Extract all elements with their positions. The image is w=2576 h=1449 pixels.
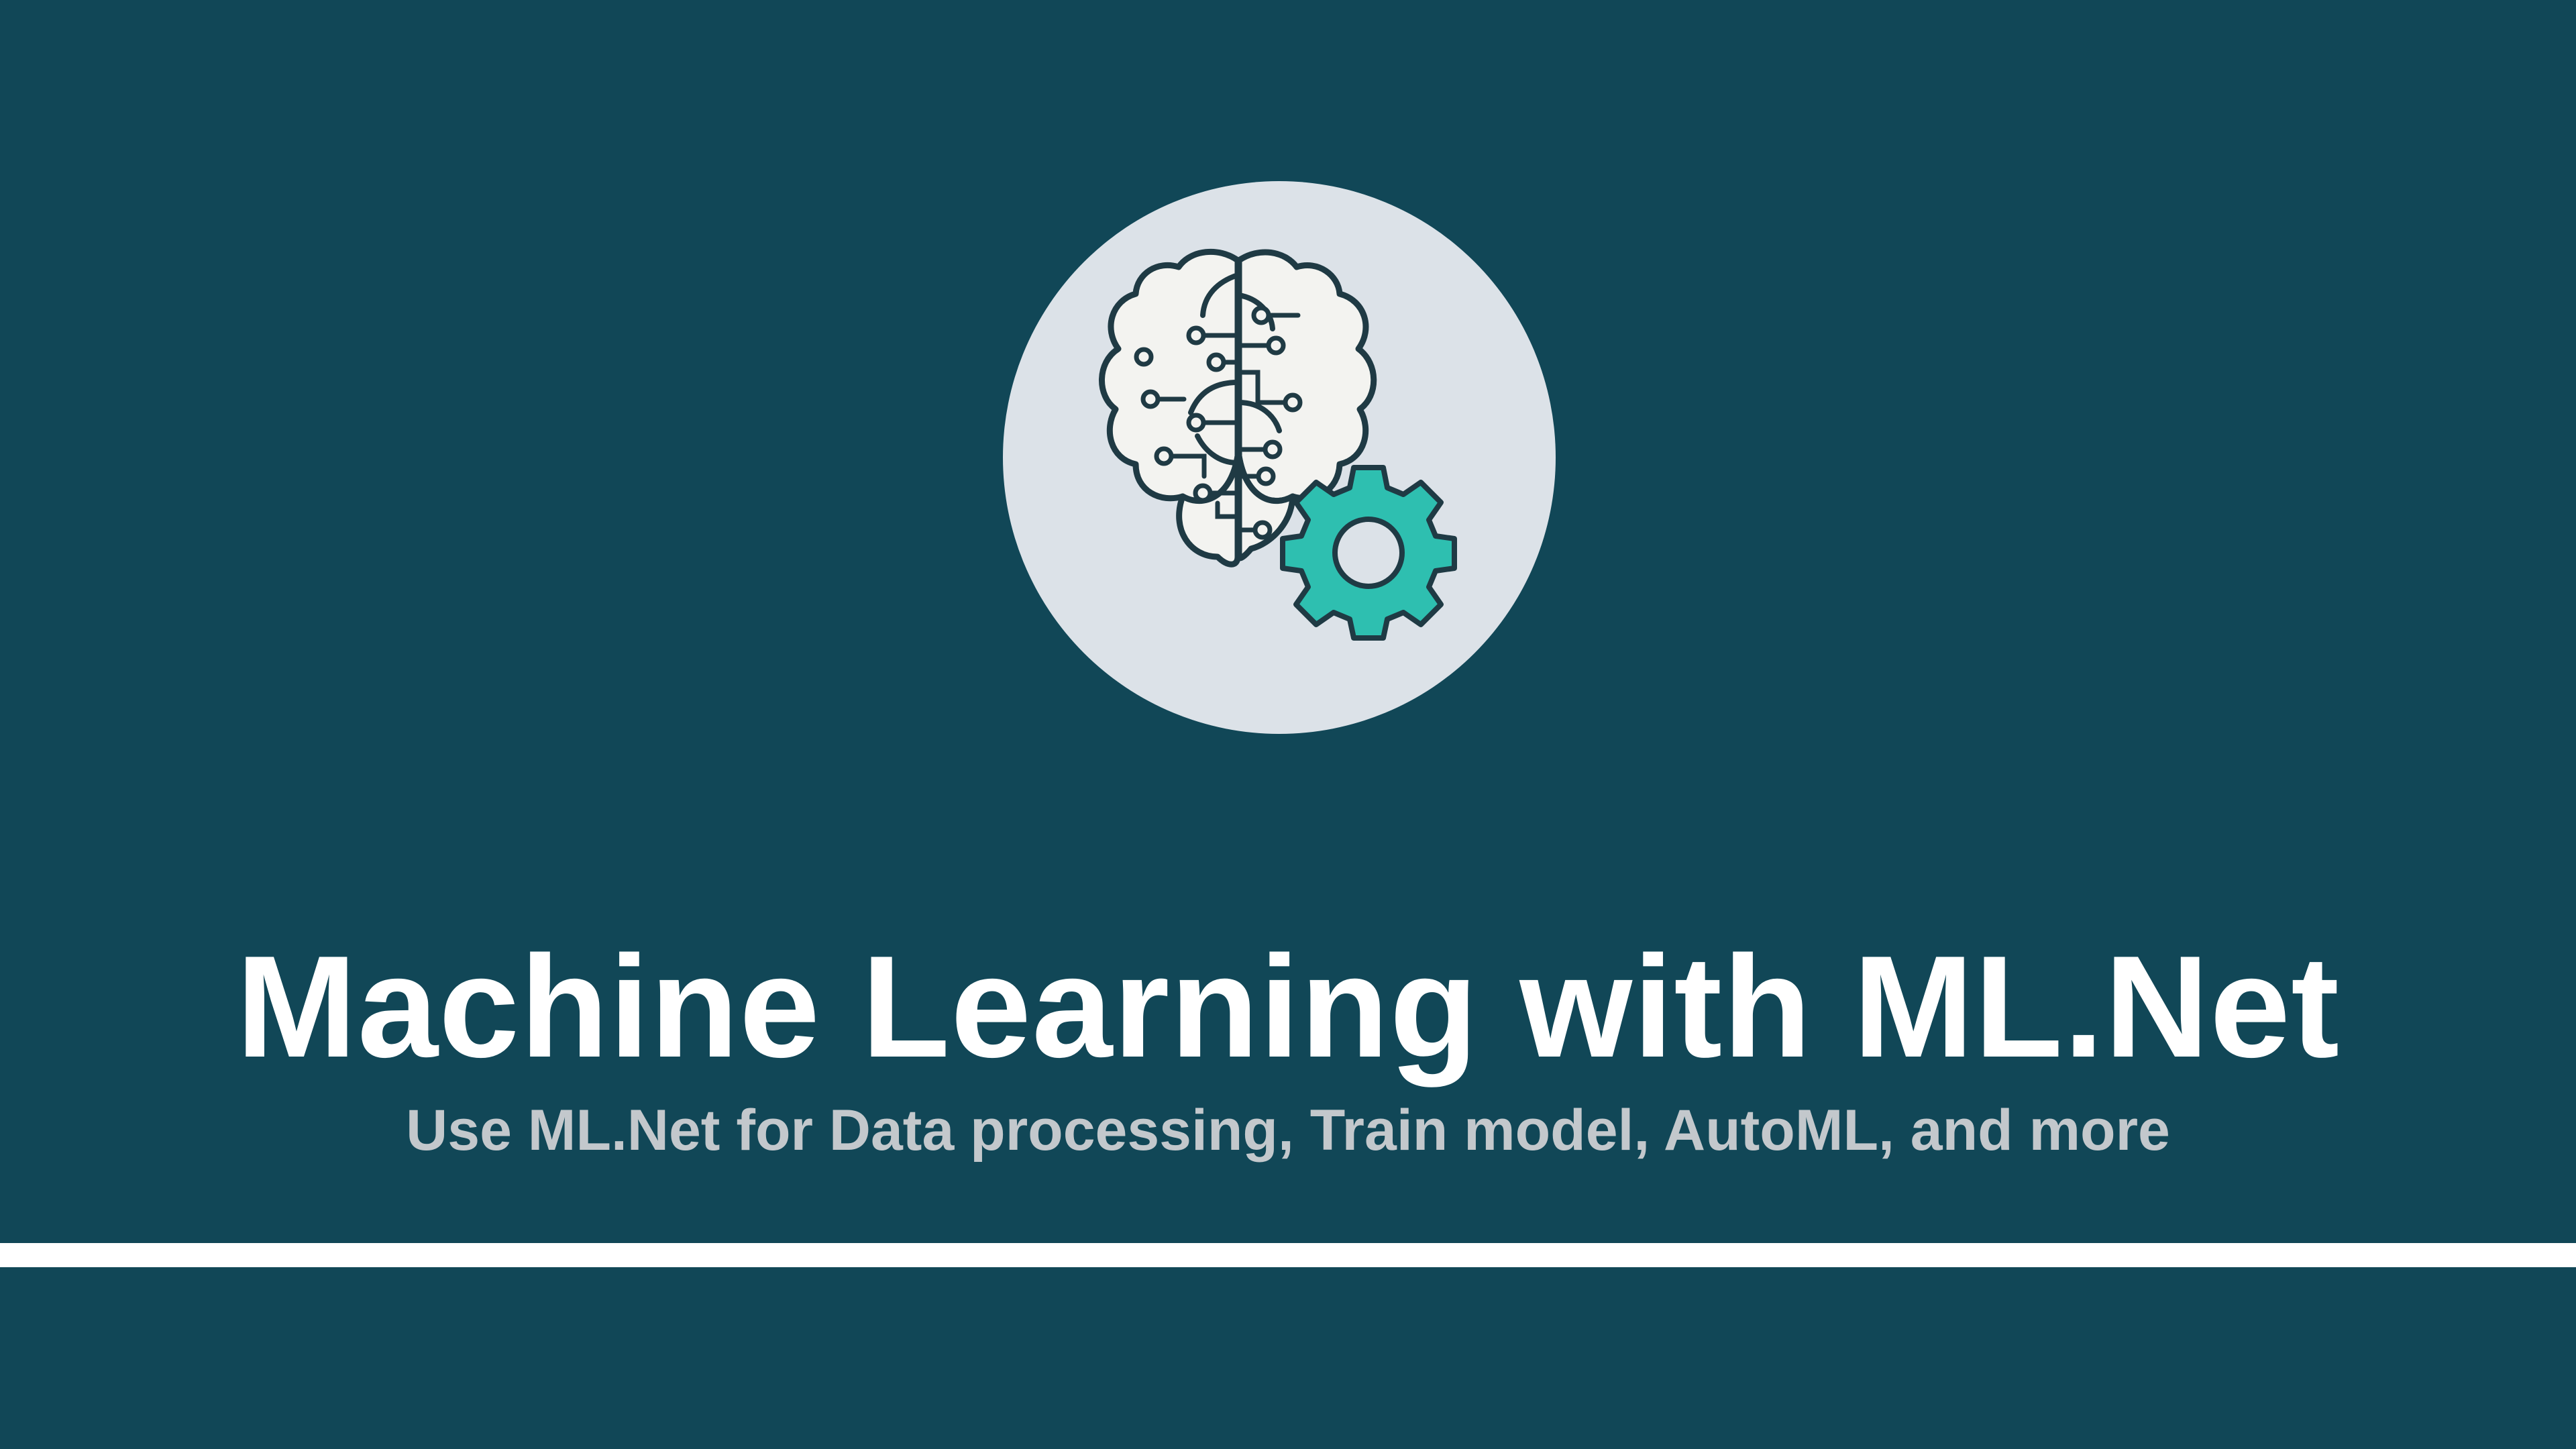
gear-icon <box>1280 465 1457 641</box>
logo-circle <box>1003 181 1556 734</box>
brain-gear-icon <box>1099 248 1457 641</box>
page-subtitle: Use ML.Net for Data processing, Train mo… <box>406 1098 2170 1163</box>
page-title: Machine Learning with ML.Net <box>235 925 2341 1087</box>
divider <box>0 1243 2576 1267</box>
